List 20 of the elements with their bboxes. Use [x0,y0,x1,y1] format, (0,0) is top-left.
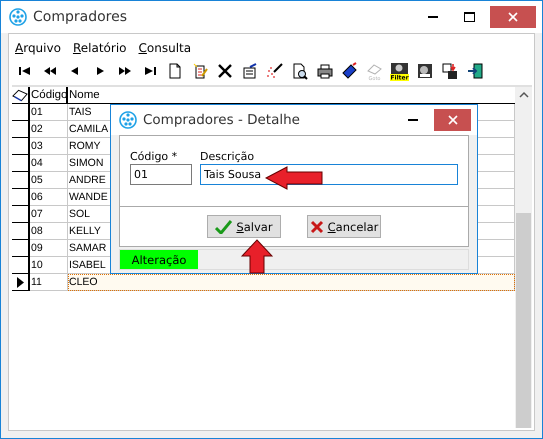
input-field[interactable]: 01 [130,164,192,185]
table-cell: 10 [30,257,68,274]
save-button[interactable]: Salvar [207,215,281,238]
table-cell: 09 [30,240,68,257]
table-cell: CLEO [68,274,515,291]
table-cell: 08 [30,223,68,240]
column-header[interactable]: Código [30,87,68,104]
table-cell: 06 [30,189,68,206]
window-title: Compradores [33,9,128,25]
table-cell: 05 [30,172,68,189]
table-cell: 07 [30,206,68,223]
cancel-button[interactable]: Cancelar [307,215,381,238]
menu-item[interactable]: Consulta [138,41,192,55]
menu-item[interactable]: Relatório [72,41,126,55]
table-cell: 03 [30,138,68,155]
menu-item[interactable]: Arquivo [15,41,61,55]
table-cell: 01 [30,104,68,121]
status-label: Alteração [120,250,198,269]
table-cell: 04 [30,155,68,172]
table-cell: 02 [30,121,68,138]
